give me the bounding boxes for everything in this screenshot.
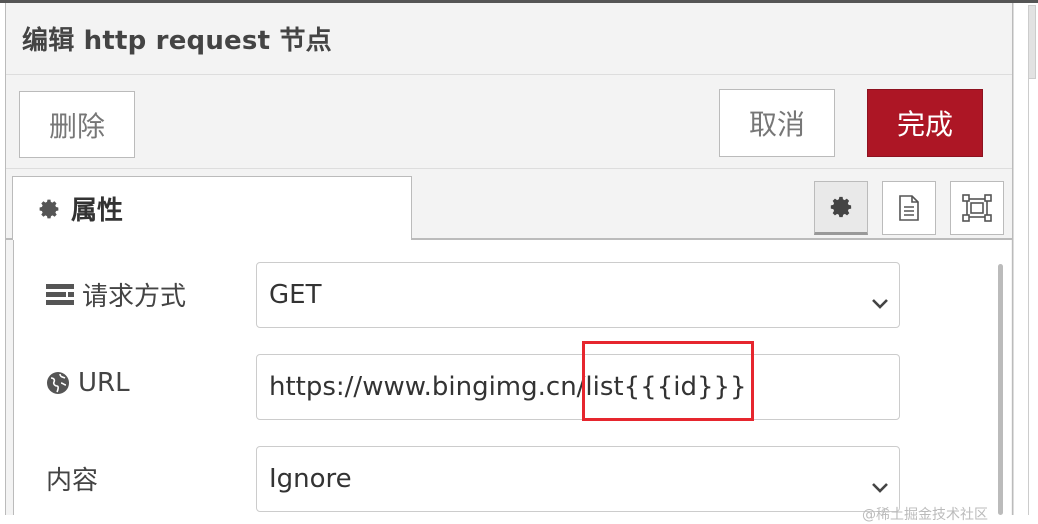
- url-label: URL: [78, 368, 130, 398]
- appearance-tab-button[interactable]: [950, 181, 1004, 235]
- payload-select[interactable]: Ignore: [256, 446, 900, 512]
- tray-title: 编辑 http request 节点: [22, 26, 332, 56]
- payload-select-value: Ignore: [269, 464, 352, 494]
- url-label-row: URL: [46, 368, 130, 398]
- gear-icon: [37, 197, 61, 221]
- workspace-divider: [1028, 79, 1029, 515]
- chevron-down-icon: [871, 287, 889, 317]
- method-label-row: 请求方式: [46, 276, 186, 313]
- background-workspace-strip: [1013, 3, 1038, 515]
- globe-icon: [46, 371, 70, 395]
- panel-scrollbar[interactable]: [998, 264, 1003, 515]
- tray-header: 编辑 http request 节点: [6, 3, 1012, 75]
- chevron-down-icon: [871, 471, 889, 501]
- payload-label-row: 内容: [46, 460, 98, 497]
- description-tab-button[interactable]: [882, 181, 936, 235]
- settings-tab-button[interactable]: [814, 181, 868, 235]
- done-button[interactable]: 完成: [867, 89, 983, 157]
- gear-icon: [828, 194, 854, 220]
- url-input[interactable]: https://www.bingimg.cn/list{{{id}}}: [256, 354, 900, 420]
- cancel-button[interactable]: 取消: [719, 89, 835, 157]
- watermark: @稀土掘金技术社区: [862, 507, 988, 523]
- method-select[interactable]: GET: [256, 262, 900, 328]
- description-icon: [896, 194, 922, 222]
- tab-properties-label: 属性: [71, 196, 124, 226]
- annotation-highlight-box: [582, 341, 754, 421]
- workspace-scroll-thumb[interactable]: [1028, 5, 1036, 79]
- appearance-icon: [961, 193, 993, 223]
- method-select-value: GET: [269, 280, 322, 310]
- delete-button[interactable]: 删除: [19, 91, 135, 158]
- tab-properties[interactable]: 属性: [12, 176, 412, 240]
- list-icon: [46, 283, 74, 306]
- method-label: 请求方式: [82, 282, 187, 312]
- payload-label: 内容: [46, 466, 99, 496]
